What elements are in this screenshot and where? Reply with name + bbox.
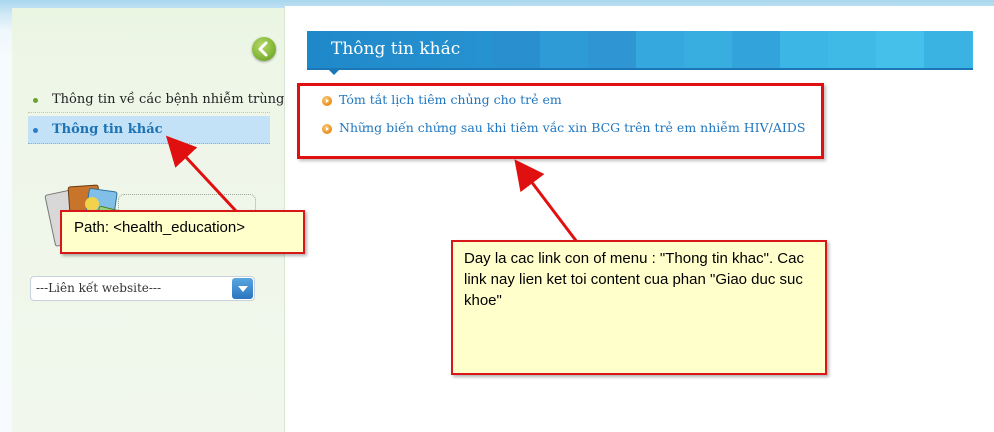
annotation-description-note: Day la cac link con of menu : "Thong tin… (451, 240, 827, 375)
section-header: Thông tin khác (307, 31, 973, 75)
sidebar-item-infectious-diseases[interactable]: Thông tin về các bệnh nhiễm trùng (28, 89, 284, 111)
header-pointer (327, 68, 341, 75)
select-value: ---Liên kết website--- (36, 281, 162, 295)
back-arrow-icon[interactable] (252, 37, 276, 61)
sidebar-item-label: Thông tin về các bệnh nhiễm trùng (52, 92, 285, 107)
header-decoration (492, 31, 972, 68)
website-links-select[interactable]: ---Liên kết website--- (30, 276, 255, 301)
green-dot-icon (33, 98, 38, 103)
sidebar-item-label: Thông tin khác (52, 122, 163, 137)
annotation-text: Path: <health_education> (74, 219, 245, 236)
sidebar-divider (28, 112, 270, 113)
sidebar-item-other-info[interactable]: Thông tin khác (28, 116, 270, 144)
dropdown-arrow-icon[interactable] (232, 278, 253, 299)
annotation-path-note: Path: <health_education> (60, 210, 305, 254)
annotation-text: Day la cac link con of menu : "Thong tin… (464, 250, 804, 309)
page-title: Thông tin khác (331, 39, 461, 59)
blue-dot-icon (33, 128, 38, 133)
annotation-highlight-frame (297, 83, 824, 159)
